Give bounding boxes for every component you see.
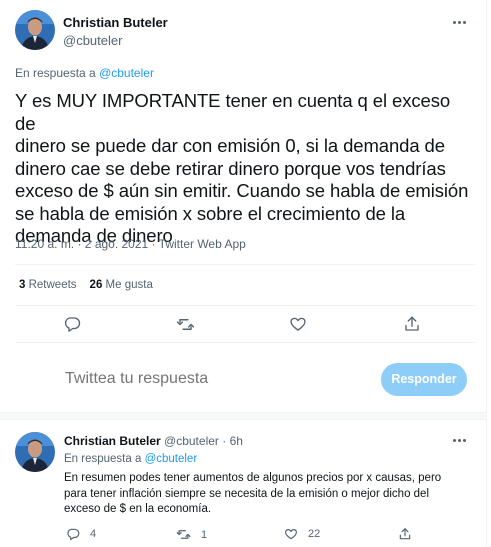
submit-reply-button[interactable]: Responder — [381, 363, 467, 396]
reply-author-handle[interactable]: @cbuteler — [164, 434, 219, 448]
reply-tweet-text: En resumen podes tener aumentos de algun… — [64, 472, 442, 515]
more-icon[interactable] — [447, 431, 471, 449]
section-separator — [0, 412, 487, 420]
reply-reply-count: 4 — [90, 528, 97, 540]
reply-context: En respuesta a @cbuteler — [15, 66, 154, 80]
retweets-label: Retweets — [28, 279, 77, 291]
reply-time[interactable]: 6h — [230, 434, 243, 448]
tweet-timestamp[interactable]: 11:20 a. m. · 2 ago. 2021 · Twitter Web … — [15, 237, 246, 251]
likes-stat[interactable]: 26 Me gusta — [90, 279, 153, 291]
reply-author-name[interactable]: Christian Buteler — [64, 434, 161, 448]
like-icon — [285, 529, 297, 540]
likes-count: 26 — [89, 279, 103, 291]
reply-author-avatar[interactable] — [15, 432, 55, 472]
like-button[interactable] — [283, 311, 313, 337]
retweets-stat[interactable]: 3 Retweets — [19, 279, 77, 291]
share-icon — [399, 528, 411, 540]
tweet-stats: 3 Retweets 26 Me gusta — [19, 279, 153, 291]
reply-icon — [67, 528, 80, 541]
divider — [15, 264, 475, 265]
reply-button[interactable] — [57, 311, 87, 337]
user-avatar[interactable] — [15, 362, 55, 402]
reply-reply-button[interactable]: 4 — [66, 527, 96, 541]
share-button[interactable] — [397, 311, 427, 337]
reply-icon — [64, 317, 81, 332]
tweet-thread: Christian Buteler @cbuteler En respuesta… — [0, 0, 487, 547]
reply-context-handle-link[interactable]: @cbuteler — [145, 453, 198, 465]
reply-like-button[interactable]: 22 — [284, 527, 320, 541]
likes-label: Me gusta — [105, 279, 153, 291]
reply-like-count: 22 — [308, 528, 321, 540]
divider — [15, 342, 475, 343]
reply-retweet-button[interactable]: 1 — [176, 527, 207, 542]
reply-context-handle-link[interactable]: @cbuteler — [99, 66, 154, 80]
reply-share-button[interactable] — [398, 527, 412, 541]
retweets-count: 3 — [19, 279, 26, 291]
reply-context-label: En respuesta a — [15, 66, 100, 80]
reply-header: Christian Buteler @cbuteler · 6h — [64, 434, 243, 448]
author-handle[interactable]: @cbuteler — [63, 33, 122, 48]
retweet-icon — [176, 318, 194, 330]
more-icon[interactable] — [447, 12, 471, 32]
like-icon — [290, 317, 306, 331]
author-name[interactable]: Christian Buteler — [63, 15, 168, 30]
separator-dot: · — [222, 434, 227, 448]
share-icon — [405, 316, 419, 331]
reply-context-label: En respuesta a — [64, 453, 145, 465]
tweet-text: Y es MUY IMPORTANTE tener en cuenta q el… — [15, 90, 469, 246]
reply-context: En respuesta a @cbuteler — [64, 453, 197, 465]
retweet-icon — [176, 530, 191, 539]
divider — [15, 305, 475, 306]
reply-retweet-count: 1 — [201, 528, 208, 541]
retweet-button[interactable] — [170, 311, 200, 337]
reply-input[interactable] — [65, 370, 365, 388]
author-avatar[interactable] — [15, 10, 55, 50]
